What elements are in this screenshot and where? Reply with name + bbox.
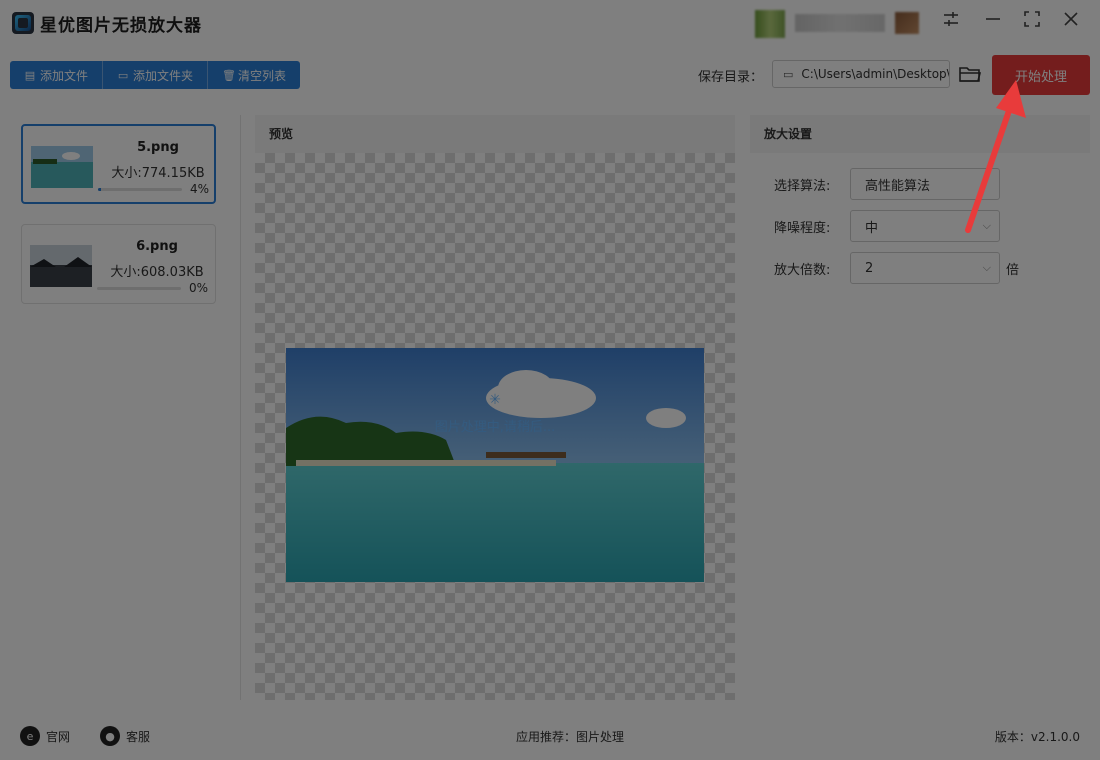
app-title: 星优图片无损放大器 — [40, 16, 202, 36]
add-folder-button[interactable]: ▭ 添加文件夹 — [103, 61, 209, 89]
website-label: 官网 — [46, 729, 71, 744]
algorithm-label: 选择算法: — [774, 178, 831, 194]
support-link[interactable]: ● 客服 — [100, 726, 150, 746]
clear-list-label: 清空列表 — [238, 68, 287, 83]
website-link[interactable]: e 官网 — [20, 726, 70, 746]
folder-small-icon: ▭ — [783, 67, 794, 81]
scale-select[interactable]: 2 ⌵ — [850, 252, 1000, 284]
preview-title: 预览 — [255, 115, 735, 153]
file-name: 5.png — [137, 140, 179, 155]
file-toolbar: ▤ 添加文件 ▭ 添加文件夹 🗑 清空列表 — [10, 61, 301, 89]
chat-bubble-icon: ● — [100, 726, 120, 746]
file-size: 大小:608.03KB — [110, 265, 204, 280]
algorithm-value: 高性能算法 — [865, 178, 931, 194]
settings-panel: 放大设置 选择算法: 高性能算法 降噪程度: 中 ⌵ 放大倍数: 2 ⌵ 倍 — [750, 115, 1090, 700]
scale-unit: 倍 — [1006, 262, 1020, 278]
app-logo-icon — [12, 12, 34, 34]
version-text: 版本：v2.1.0.0 — [994, 730, 1080, 744]
app-recommend: 应用推荐：图片处理 — [516, 728, 624, 745]
file-size: 大小:774.15KB — [111, 166, 205, 181]
user-avatar[interactable] — [755, 10, 785, 38]
add-file-button[interactable]: ▤ 添加文件 — [10, 61, 104, 89]
scale-label: 放大倍数: — [774, 262, 831, 278]
footer: e 官网 ● 客服 应用推荐：图片处理 版本：v2.1.0.0 — [0, 712, 1100, 760]
loading-spinner-icon: ✳ — [489, 392, 501, 408]
folder-icon: ▭ — [117, 68, 129, 82]
app-window: 星优图片无损放大器 ▤ 添加文件 ▭ 添加文件夹 🗑 清空列表 保存目录： ▭ … — [0, 0, 1100, 760]
save-dir-value: C:\Users\admin\Desktop\ — [801, 67, 950, 81]
settings-title: 放大设置 — [750, 115, 1090, 153]
file-progress-text: 4% — [189, 182, 209, 196]
save-dir-input[interactable]: ▭ C:\Users\admin\Desktop\ — [772, 60, 950, 88]
file-list-item[interactable]: 6.png 大小:608.03KB 0% — [21, 224, 216, 304]
loading-text: 图片处理中,请稍后... — [434, 420, 556, 435]
ie-browser-icon: e — [20, 726, 40, 746]
annotation-arrow-icon — [965, 80, 1026, 233]
recommend-label: 应用推荐： — [516, 730, 577, 744]
file-icon: ▤ — [24, 68, 36, 82]
minimize-icon[interactable] — [980, 10, 1006, 36]
user-name[interactable] — [795, 14, 885, 32]
file-list: 5.png 大小:774.15KB 4% 6.png 大小:608.03KB 0… — [10, 115, 241, 700]
file-progress-bar — [98, 188, 182, 191]
maximize-icon[interactable] — [1019, 10, 1045, 36]
support-label: 客服 — [126, 729, 151, 744]
add-folder-label: 添加文件夹 — [133, 68, 194, 83]
preview-panel: 预览 ✳ 图片处理中,请稍后... — [255, 115, 735, 700]
file-name: 6.png — [136, 239, 178, 254]
chevron-down-icon: ⌵ — [982, 261, 991, 274]
denoise-label: 降噪程度: — [774, 220, 831, 236]
file-list-item[interactable]: 5.png 大小:774.15KB 4% — [21, 124, 216, 204]
title-bar: 星优图片无损放大器 — [0, 0, 1100, 48]
scale-row: 放大倍数: 2 ⌵ 倍 — [774, 252, 1019, 284]
save-dir-label: 保存目录： — [698, 70, 764, 85]
add-file-label: 添加文件 — [40, 68, 89, 83]
file-thumbnail — [31, 146, 93, 188]
close-icon[interactable] — [1058, 10, 1084, 36]
vip-badge-icon[interactable] — [895, 12, 919, 34]
file-progress-text: 0% — [188, 281, 208, 295]
preview-canvas: ✳ 图片处理中,请稍后... — [255, 153, 735, 700]
scale-value: 2 — [865, 260, 874, 276]
clear-list-button[interactable]: 🗑 清空列表 — [208, 61, 300, 89]
preview-image: ✳ 图片处理中,请稍后... — [286, 348, 704, 582]
file-thumbnail — [30, 245, 92, 287]
trash-icon: 🗑 — [222, 68, 236, 82]
recommend-link[interactable]: 图片处理 — [576, 730, 624, 744]
denoise-value: 中 — [865, 220, 879, 236]
file-progress-bar — [97, 287, 181, 290]
settings-sliders-icon[interactable] — [938, 10, 964, 36]
